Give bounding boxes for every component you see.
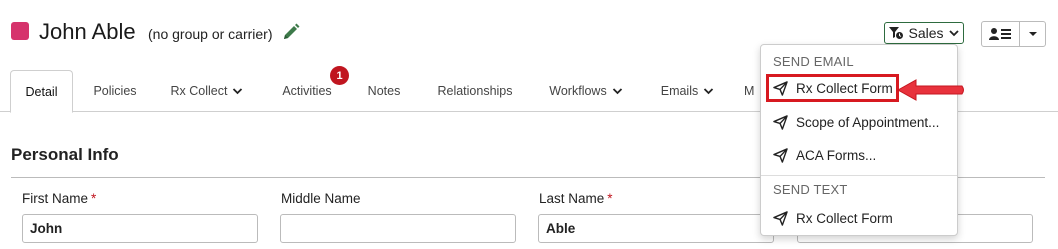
menu-item-email-aca-forms[interactable]: ACA Forms... <box>767 142 953 168</box>
paper-plane-icon <box>773 114 788 130</box>
contact-group-carrier: (no group or carrier) <box>148 26 273 42</box>
menu-item-label: Rx Collect Form <box>796 210 893 226</box>
filter-icon <box>889 27 904 39</box>
menu-item-label: Scope of Appointment... <box>796 114 940 130</box>
tab-policies[interactable]: Policies <box>80 70 150 112</box>
tab-detail[interactable]: Detail <box>10 70 73 113</box>
tab-label: M <box>744 84 755 98</box>
chevron-down-icon <box>233 88 243 95</box>
menu-item-email-scope-of-appointment[interactable]: Scope of Appointment... <box>767 109 953 135</box>
sales-filter-button[interactable]: Sales <box>884 22 964 44</box>
section-title: Personal Info <box>11 145 119 164</box>
send-text-header: SEND TEXT <box>773 182 848 197</box>
tab-notes[interactable]: Notes <box>358 70 410 112</box>
menu-item-label: ACA Forms... <box>796 147 877 163</box>
first-name-label: First Name * <box>22 191 97 206</box>
tab-label: Workflows <box>549 84 607 98</box>
required-mark: * <box>607 191 613 206</box>
tab-label: Notes <box>367 84 401 98</box>
caret-down-icon <box>1028 32 1037 36</box>
middle-name-input[interactable] <box>280 214 516 243</box>
contact-card-button[interactable] <box>982 22 1020 46</box>
callout-arrow-icon <box>896 79 964 101</box>
last-name-label: Last Name * <box>539 191 613 206</box>
contact-actions-dropdown[interactable] <box>1020 22 1045 46</box>
contact-actions-button-group <box>981 21 1046 47</box>
menu-item-email-rx-collect-form[interactable]: Rx Collect Form <box>766 74 899 102</box>
chevron-down-icon <box>704 88 714 95</box>
pencil-edit-icon[interactable] <box>281 22 301 42</box>
tab-relationships[interactable]: Relationships <box>425 70 525 112</box>
middle-name-label: Middle Name <box>281 191 361 206</box>
send-email-header: SEND EMAIL <box>773 54 854 69</box>
tab-label: Rx Collect <box>170 84 228 98</box>
chevron-down-icon <box>948 30 959 37</box>
activities-count-badge: 1 <box>330 66 349 85</box>
tab-label: Emails <box>660 84 699 98</box>
tab-label: Activities <box>282 84 332 98</box>
first-name-input[interactable]: John <box>22 214 258 243</box>
contact-color-swatch <box>11 22 29 40</box>
required-mark: * <box>91 191 97 206</box>
sales-button-label: Sales <box>908 25 944 41</box>
paper-plane-icon <box>773 210 788 226</box>
tab-label: Relationships <box>437 84 513 98</box>
chevron-down-icon <box>612 88 622 95</box>
tab-workflows[interactable]: Workflows <box>538 70 634 112</box>
menu-item-label: Rx Collect Form <box>796 80 893 96</box>
user-list-icon <box>988 28 1011 40</box>
menu-item-text-rx-collect-form[interactable]: Rx Collect Form <box>767 205 953 231</box>
tab-rx-collect[interactable]: Rx Collect <box>162 70 252 112</box>
sales-dropdown-menu: SEND EMAIL Rx Collect Form Scope of Appo… <box>760 44 958 236</box>
paper-plane-icon <box>773 80 788 96</box>
menu-divider <box>761 175 957 176</box>
paper-plane-icon <box>773 147 788 163</box>
tab-label: Policies <box>93 84 137 98</box>
tab-label: Detail <box>25 84 58 99</box>
contact-name: John Able <box>39 19 136 44</box>
tab-emails[interactable]: Emails <box>650 70 725 112</box>
last-name-input[interactable]: Able <box>538 214 774 243</box>
